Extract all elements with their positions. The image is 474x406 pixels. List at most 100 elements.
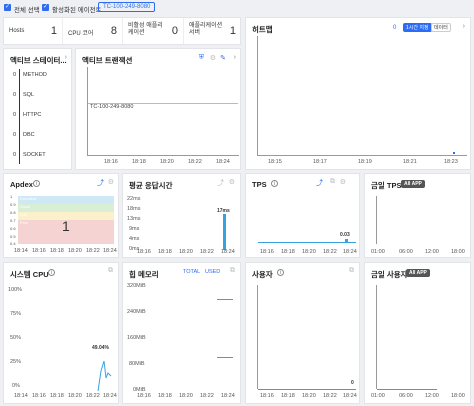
stat-inactive-apps: 비활성 애플리케이션 0 (123, 18, 184, 44)
x-tick: 18:24 (103, 393, 117, 399)
chevron-right-icon[interactable]: › (463, 23, 465, 30)
band-label: Fair (20, 212, 27, 217)
panel-title: Apdex (10, 180, 33, 189)
y-tick: 0.5 (10, 234, 16, 239)
x-tick: 18:24 (343, 393, 357, 399)
trend-icon[interactable]: ⤴ (97, 178, 104, 188)
apdex-value: 1 (62, 218, 70, 234)
response-bar (223, 214, 226, 250)
gear-icon[interactable]: ⚙ (108, 178, 114, 186)
y-tick: 0.7 (10, 218, 16, 223)
range-button[interactable]: 1시간 지정 (403, 23, 432, 32)
stat-label: 애플리케이션 서버 (189, 23, 223, 36)
x-tick: 18:18 (132, 159, 146, 165)
agent-label: TC-100-249-8080 (90, 104, 134, 110)
export-icon[interactable]: ⧉ (230, 267, 235, 275)
heap-memory-panel: 힙 메모리 TOTAL USED ⧉ 320MiB 240MiB 160MiB … (122, 262, 241, 404)
active-agents-checkbox[interactable]: ✓ (42, 4, 49, 11)
x-tick: 12:00 (425, 249, 439, 255)
shield-icon[interactable]: ⛨ (199, 54, 204, 62)
cpu-line (97, 360, 112, 392)
panel-title: 액티브 스테이터... (10, 56, 67, 65)
y-axis (257, 285, 258, 389)
gear-icon[interactable]: ⚙ (229, 178, 235, 186)
x-tick: 18:18 (158, 393, 172, 399)
export-icon[interactable]: ⧉ (349, 267, 354, 275)
legend-used[interactable]: USED (205, 269, 220, 275)
y-axis (87, 67, 88, 155)
gear-icon[interactable]: ⚙ (340, 178, 346, 186)
x-tick: 18:19 (358, 159, 372, 165)
status-axis (19, 69, 20, 164)
info-icon[interactable]: i (33, 180, 40, 187)
x-tick: 18:18 (50, 248, 64, 254)
legend-total[interactable]: TOTAL (183, 269, 200, 275)
y-tick: 320MiB (127, 283, 146, 289)
panel-title: 평균 응답시간 (129, 181, 173, 190)
x-tick: 06:00 (399, 393, 413, 399)
x-tick: 18:15 (268, 159, 282, 165)
system-cpu-panel: 시스템 CPU i ⧉ 100% 75% 50% 25% 0% 49.04% 1… (3, 262, 119, 404)
edit-icon[interactable]: ✎ (220, 54, 226, 62)
x-tick: 18:16 (32, 248, 46, 254)
y-tick: 80MiB (129, 361, 145, 367)
active-status-panel: 액티브 스테이터... › 0 METHOD 0 SQL 0 HTTPC 0 DBC 0… (3, 48, 72, 170)
panel-title: 사용자 (252, 270, 273, 279)
x-tick: 12:00 (425, 393, 439, 399)
x-tick: 06:00 (399, 249, 413, 255)
x-tick: 18:18 (281, 393, 295, 399)
heatmap-point (453, 152, 455, 154)
x-tick: 18:22 (200, 393, 214, 399)
select-all-label: 전체 선택 (14, 7, 40, 14)
band-label: Excellent (20, 196, 37, 201)
y-tick: 0.8 (10, 210, 16, 215)
x-tick: 18:16 (137, 393, 151, 399)
gear-icon[interactable]: ⚙ (210, 54, 216, 62)
peak-label: 0 (351, 380, 354, 386)
today-tps-panel: 금일 TPS All APP 01:00 06:00 12:00 18:00 (364, 173, 471, 258)
y-tick: 160MiB (127, 335, 146, 341)
x-tick: 18:22 (188, 159, 202, 165)
panel-title: 액티브 트랜잭션 (82, 56, 133, 65)
data-button[interactable]: 데이터 (431, 23, 451, 32)
stats-panel: Hosts 1 CPU 코어 8 비활성 애플리케이션 0 애플리케이션 서버 … (3, 17, 241, 45)
y-tick: 0.4 (10, 241, 16, 246)
trend-icon[interactable]: ⤴ (316, 178, 323, 188)
x-tick: 18:20 (302, 249, 316, 255)
trend-icon[interactable]: ⤴ (217, 178, 224, 188)
tps-panel: TPS i ⤴ ⧉ ⚙ 0.03 18:16 18:18 18:20 18:22… (245, 173, 360, 258)
export-icon[interactable]: ⧉ (330, 178, 335, 186)
y-tick: 1 (10, 194, 13, 199)
select-all-checkbox[interactable]: ✓ (4, 4, 11, 11)
users-panel: 사용자 i ⧉ 0 18:16 18:18 18:20 18:22 18:24 (245, 262, 360, 404)
chevron-right-icon[interactable]: › (234, 54, 236, 61)
info-icon[interactable]: i (277, 269, 284, 276)
x-tick: 01:00 (371, 393, 385, 399)
band-label: Poor (20, 220, 29, 225)
x-tick: 18:18 (50, 393, 64, 399)
x-tick: 18:18 (158, 249, 172, 255)
info-icon[interactable]: i (271, 180, 278, 187)
active-transaction-panel: 액티브 트랜잭션 ⛨ ⚙ ✎ › TC-100-249-8080 18:16 1… (75, 48, 241, 170)
users-line (377, 389, 437, 390)
users-line (258, 389, 356, 390)
x-tick: 18:20 (68, 248, 82, 254)
panel-title: 금일 TPS (371, 181, 402, 190)
all-app-badge[interactable]: All APP (401, 180, 425, 188)
x-axis (87, 155, 239, 156)
stat-app-servers: 애플리케이션 서버 1 (184, 18, 241, 44)
x-tick: 18:24 (103, 248, 117, 254)
x-tick: 18:14 (14, 248, 28, 254)
x-tick: 18:23 (444, 159, 458, 165)
panel-title: TPS (252, 180, 267, 189)
all-app-badge[interactable]: All APP (406, 269, 430, 277)
stat-hosts: Hosts 1 (4, 18, 63, 44)
panel-title: 히트맵 (252, 25, 273, 34)
chevron-right-icon[interactable]: › (65, 54, 67, 61)
active-agents-label: 활성화된 에이전트 (52, 7, 102, 14)
peak-label: 17ms (217, 208, 230, 214)
x-tick: 18:24 (216, 159, 230, 165)
y-tick: 9ms (129, 226, 140, 232)
agent-tag[interactable]: TC-100-249-8080 (98, 2, 156, 12)
heatmap-count: 0 (393, 25, 397, 31)
